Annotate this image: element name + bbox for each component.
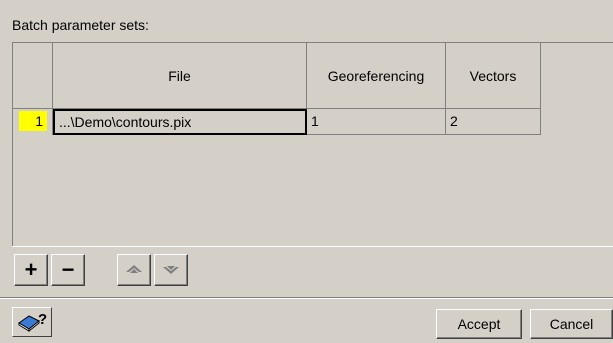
help-button[interactable]: ? <box>12 307 52 337</box>
move-down-button[interactable] <box>154 254 188 286</box>
column-header-vectors[interactable]: Vectors <box>446 43 541 109</box>
remove-row-button[interactable]: − <box>51 254 85 286</box>
cell-georeferencing[interactable]: 1 <box>307 109 446 135</box>
move-up-button[interactable] <box>117 254 151 286</box>
separator <box>0 297 613 299</box>
column-header-georeferencing[interactable]: Georeferencing <box>307 43 446 109</box>
accept-button[interactable]: Accept <box>436 309 522 339</box>
help-book-icon: ? <box>18 311 47 333</box>
svg-text:?: ? <box>38 311 47 328</box>
cancel-button[interactable]: Cancel <box>530 309 613 339</box>
row-index: 1 <box>19 111 47 131</box>
add-row-button[interactable]: + <box>14 254 48 286</box>
grid-corner-header <box>13 43 53 109</box>
grid-bottom-edge <box>12 246 613 247</box>
cell-file[interactable]: ...\Demo\contours.pix <box>53 109 307 135</box>
batch-parameter-sets-label: Batch parameter sets: <box>12 17 149 33</box>
move-up-icon <box>126 265 142 273</box>
column-header-file[interactable]: File <box>53 43 307 109</box>
parameter-sets-grid[interactable]: File Georeferencing Vectors 1 ...\Demo\c… <box>12 42 613 247</box>
cell-vectors[interactable]: 2 <box>446 109 541 135</box>
move-down-icon <box>163 266 179 274</box>
row-header[interactable]: 1 <box>13 109 53 135</box>
